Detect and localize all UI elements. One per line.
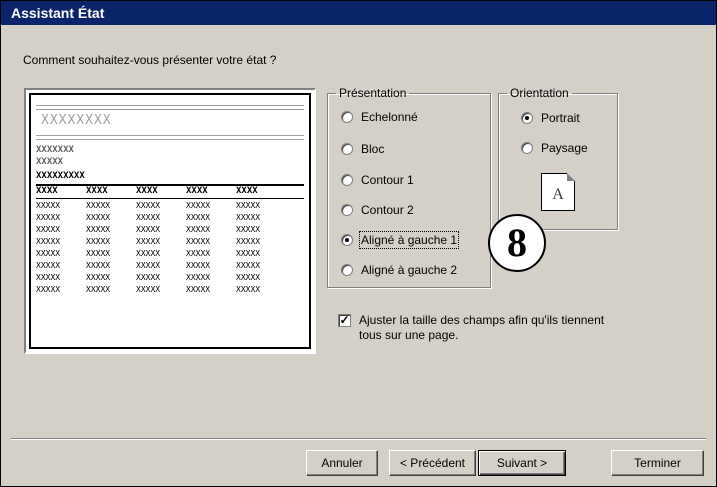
preview-page: XXXXXXXX XXXXXXX XXXXX XXXXXXXXX XXXX XXXX XX… (29, 93, 311, 349)
preview-cell: XXXXX (186, 201, 211, 210)
preview-cell: XXXXX (136, 273, 161, 282)
checkbox-box[interactable]: ✓ (338, 314, 351, 327)
preview-rule (36, 109, 304, 110)
preview-cell: XXXXX (236, 201, 261, 210)
radio-icon[interactable] (341, 204, 353, 216)
step-number-badge: 8 (488, 214, 546, 272)
fit-fields-label: Ajuster la taille des champs afin qu'ils… (359, 313, 605, 342)
preview-header-cell: XXXX (186, 186, 208, 196)
radio-icon[interactable] (521, 112, 533, 124)
separator (11, 438, 706, 440)
question-label: Comment souhaitez-vous présenter votre é… (23, 53, 277, 67)
radio-icon[interactable] (341, 143, 353, 155)
preview-cell: XXXXX (36, 237, 61, 246)
preview-cell: XXXXX (136, 285, 161, 294)
finish-button[interactable]: Terminer (611, 450, 704, 476)
preview-header-rule (36, 198, 304, 199)
preview-cell: XXXXX (186, 261, 211, 270)
preview-header-cell: XXXX (36, 186, 58, 196)
preview-rule (36, 139, 304, 140)
radio-icon[interactable] (521, 142, 533, 154)
orientation-option-label: Portrait (541, 111, 580, 125)
preview-cell: XXXXX (36, 201, 61, 210)
presentation-option-label: Aligné à gauche 2 (361, 263, 458, 277)
radio-icon[interactable] (341, 174, 353, 186)
preview-cell: XXXXX (136, 213, 161, 222)
preview-cell: XXXXX (236, 213, 261, 222)
preview-cell: XXXXX (86, 237, 111, 246)
title-bar: Assistant État (1, 1, 716, 25)
preview-cell: XXXXX (186, 225, 211, 234)
radio-icon[interactable] (341, 264, 353, 276)
preview-header-cell: XXXX (86, 186, 108, 196)
preview-cell: XXXXX (36, 249, 61, 258)
preview-rule (36, 105, 304, 106)
preview-cell: XXXXX (86, 261, 111, 270)
layout-preview: XXXXXXXX XXXXXXX XXXXX XXXXXXXXX XXXX XXXX XX… (24, 88, 316, 354)
preview-cell: XXXXX (186, 213, 211, 222)
preview-cell: XXXXX (86, 249, 111, 258)
presentation-legend: Présentation (339, 86, 407, 100)
preview-cell: XXXXX (136, 225, 161, 234)
next-button[interactable]: Suivant > (478, 450, 566, 476)
orientation-option-label: Paysage (541, 141, 588, 155)
preview-cell: XXXXX (86, 201, 111, 210)
radio-icon[interactable] (341, 234, 353, 246)
preview-rule (36, 135, 304, 136)
page-orientation-icon: A (541, 173, 575, 211)
preview-cell: XXXXX (236, 285, 261, 294)
presentation-option-label: Contour 1 (361, 173, 414, 187)
preview-cell: XXXXX (36, 213, 61, 222)
preview-cell: XXXXX (86, 285, 111, 294)
previous-button[interactable]: < Précédent (389, 450, 476, 476)
presentation-option-label: Echelonné (361, 110, 418, 124)
preview-cell: XXXXX (136, 249, 161, 258)
preview-cell: XXXXX (236, 273, 261, 282)
page-icon-letter: A (552, 186, 564, 203)
preview-cell: XXXXX (36, 261, 61, 270)
preview-cell: XXXXX (136, 201, 161, 210)
page-fold (567, 173, 575, 181)
presentation-option-label: Aligné à gauche 1 (358, 231, 460, 249)
preview-group-line: XXXXXXXXX (36, 171, 85, 181)
preview-header-rule (36, 184, 304, 186)
preview-cell: XXXXX (236, 249, 261, 258)
preview-cell: XXXXX (186, 285, 211, 294)
preview-cell: XXXXX (86, 213, 111, 222)
cancel-button[interactable]: Annuler (306, 450, 378, 476)
preview-cell: XXXXX (86, 225, 111, 234)
preview-cell: XXXXX (136, 261, 161, 270)
preview-cell: XXXXX (36, 273, 61, 282)
preview-cell: XXXXX (236, 237, 261, 246)
preview-cell: XXXXX (186, 249, 211, 258)
preview-cell: XXXXX (86, 273, 111, 282)
report-wizard-dialog: Assistant État Comment souhaitez-vous pr… (0, 0, 717, 487)
presentation-option-label: Bloc (361, 142, 385, 156)
orientation-legend: Orientation (510, 86, 569, 100)
preview-cell: XXXXX (186, 273, 211, 282)
presentation-option-label: Contour 2 (361, 203, 414, 217)
preview-cell: XXXXX (36, 225, 61, 234)
radio-icon[interactable] (341, 111, 353, 123)
preview-cell: XXXXX (136, 237, 161, 246)
preview-group-line: XXXXX (36, 157, 64, 167)
preview-group-line: XXXXXXX (36, 145, 74, 155)
preview-cell: XXXXX (186, 237, 211, 246)
preview-header-cell: XXXX (136, 186, 158, 196)
preview-cell: XXXXX (236, 261, 261, 270)
preview-header-cell: XXXX (236, 186, 258, 196)
preview-title: XXXXXXXX (41, 113, 112, 128)
preview-cell: XXXXX (36, 285, 61, 294)
preview-cell: XXXXX (236, 225, 261, 234)
